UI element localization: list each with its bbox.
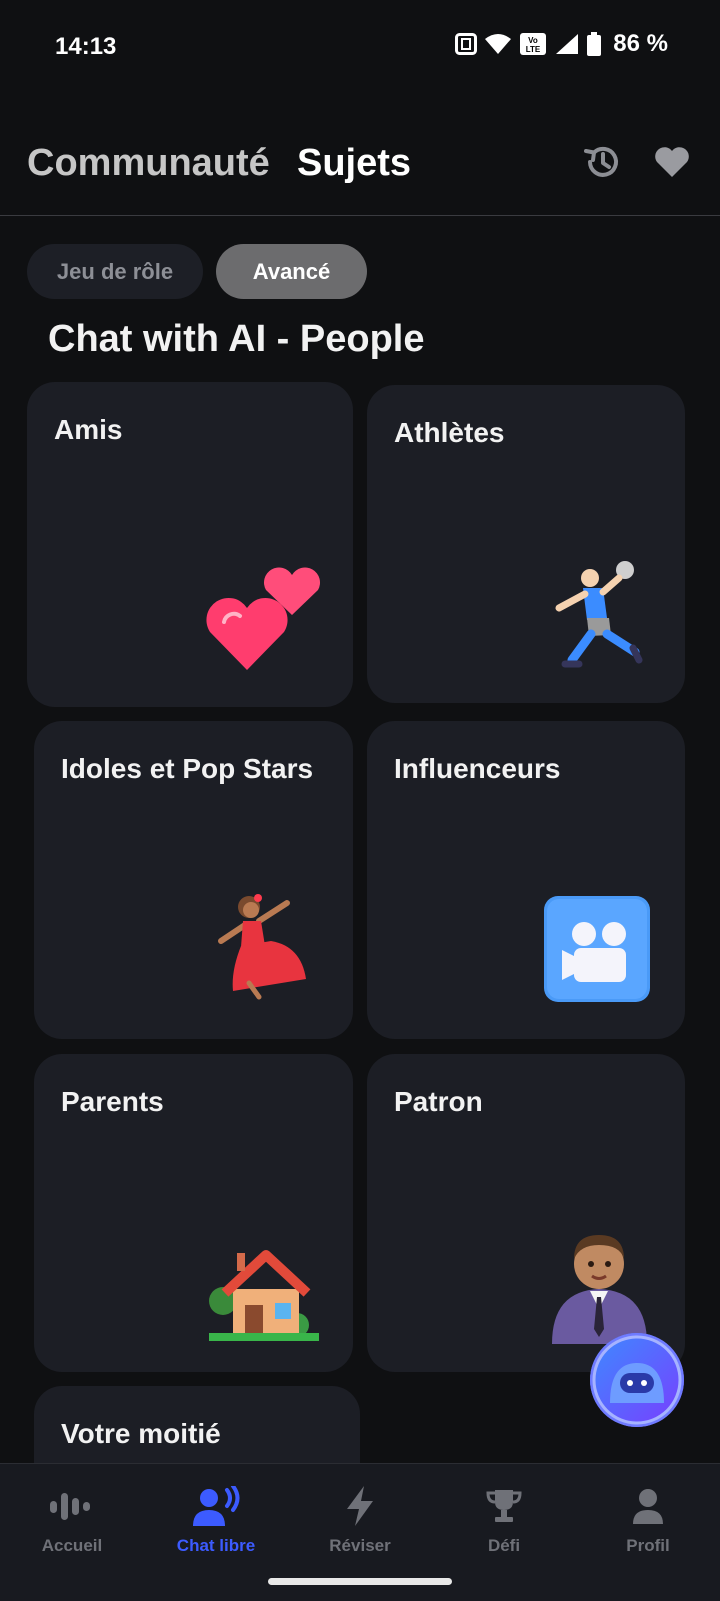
- tab-community[interactable]: Communauté: [27, 142, 270, 185]
- video-camera-icon: [544, 896, 650, 1002]
- card-label: Votre moitié: [61, 1418, 221, 1449]
- nav-label: Profil: [626, 1536, 670, 1555]
- speaking-person-icon: [193, 1486, 240, 1526]
- businessman-icon: [552, 1235, 647, 1344]
- nav-challenge[interactable]: Défi: [444, 1484, 564, 1556]
- ai-assistant-button[interactable]: [590, 1333, 684, 1427]
- tab-subjects[interactable]: Sujets: [297, 142, 411, 185]
- card-influencers[interactable]: Influenceurs: [367, 721, 685, 1039]
- svg-text:LTE: LTE: [526, 45, 541, 54]
- nav-label: Défi: [487, 1536, 521, 1555]
- lightning-icon: [347, 1486, 373, 1526]
- nfc-icon: [455, 33, 478, 55]
- card-idols-pop-stars[interactable]: Idoles et Pop Stars: [34, 721, 353, 1039]
- history-icon[interactable]: [582, 142, 622, 182]
- svg-text:Vo: Vo: [528, 36, 538, 45]
- status-bar: 14:13 Vo LTE 86 %: [0, 0, 720, 90]
- dancer-icon: [218, 894, 306, 1000]
- nav-label: Chat libre: [176, 1536, 256, 1555]
- section-title: Chat with AI - People: [48, 318, 425, 360]
- person-icon: [633, 1489, 663, 1524]
- card-label: Idoles et Pop Stars: [61, 753, 314, 784]
- signal-icon: [556, 34, 579, 54]
- status-time: 14:13: [55, 33, 117, 60]
- filter-chip-advanced[interactable]: Avancé: [216, 244, 367, 299]
- nav-label: Réviser: [329, 1536, 391, 1555]
- status-icons: Vo LTE 86 %: [455, 30, 668, 58]
- card-label: Patron: [394, 1086, 483, 1117]
- nav-label: Accueil: [41, 1536, 103, 1555]
- filter-chip-role-play[interactable]: Jeu de rôle: [27, 244, 203, 299]
- handball-player-icon: [555, 561, 643, 668]
- card-label: Parents: [61, 1086, 164, 1117]
- robot-face-icon: [592, 1335, 682, 1425]
- header: Communauté Sujets: [0, 120, 720, 216]
- nav-home[interactable]: Accueil: [12, 1484, 132, 1556]
- card-boss[interactable]: Patron: [367, 1054, 685, 1372]
- waveform-icon: [50, 1493, 90, 1520]
- battery-percentage: 86 %: [613, 30, 668, 57]
- card-friends[interactable]: Amis: [27, 382, 353, 707]
- house-icon: [209, 1250, 319, 1341]
- battery-icon: [587, 32, 602, 56]
- heart-icon[interactable]: [652, 142, 692, 182]
- trophy-icon: [486, 1490, 522, 1522]
- nav-review[interactable]: Réviser: [300, 1484, 420, 1556]
- nav-free-chat[interactable]: Chat libre: [156, 1484, 276, 1556]
- card-label: Athlètes: [394, 417, 505, 448]
- nav-profile[interactable]: Profil: [588, 1484, 708, 1556]
- card-parents[interactable]: Parents: [34, 1054, 353, 1372]
- volte-icon: VoLTE: [520, 33, 547, 55]
- two-hearts-icon: [206, 567, 321, 670]
- card-athletes[interactable]: Athlètes: [367, 385, 685, 703]
- gesture-home-bar[interactable]: [268, 1578, 452, 1585]
- card-label: Amis: [54, 414, 123, 445]
- card-label: Influenceurs: [394, 753, 561, 784]
- wifi-icon: [485, 34, 512, 54]
